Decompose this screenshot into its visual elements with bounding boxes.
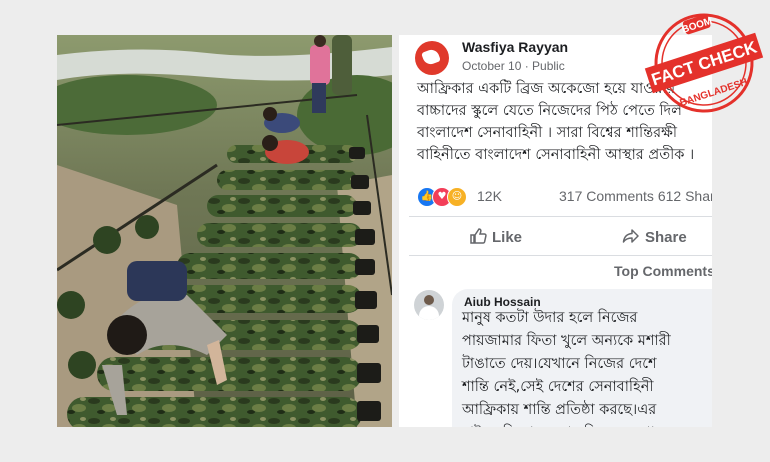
top-comments-filter[interactable]: Top Comments (614, 263, 712, 279)
comments-shares-count[interactable]: 317 Comments 612 Shares (559, 188, 712, 204)
thumbs-up-icon (470, 228, 487, 244)
comment-text: মানুষ কতটা উদার হলে নিজের পায়জামার ফিতা… (462, 310, 674, 427)
share-arrow-icon (622, 229, 639, 243)
reaction-count[interactable]: 12K (477, 188, 502, 204)
soldiers-bridge-photo (57, 35, 392, 427)
share-button[interactable]: Share (622, 227, 687, 246)
divider (409, 255, 712, 256)
post-author-name[interactable]: Wasfiya Rayyan (462, 39, 568, 55)
like-label: Like (492, 229, 523, 246)
divider (409, 216, 712, 217)
like-button[interactable]: Like (469, 227, 522, 246)
author-avatar[interactable] (415, 41, 449, 75)
boom-fact-check-stamp: BOOM FACT CHECK BANGLADESH (640, 3, 768, 123)
share-label: Share (645, 229, 687, 246)
haha-reaction-icon: ☺ (447, 187, 467, 207)
post-meta: October 10 · Public (462, 59, 565, 73)
comment-bubble: Aiub Hossain মানুষ কতটা উদার হলে নিজের প… (452, 289, 712, 427)
commenter-avatar[interactable] (414, 290, 444, 320)
